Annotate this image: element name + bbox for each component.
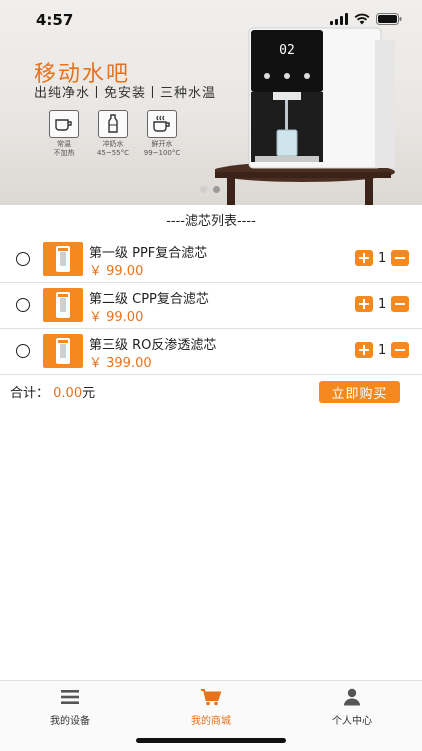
- select-radio[interactable]: [16, 252, 30, 266]
- total-unit: 元: [82, 386, 96, 401]
- cup-icon: [49, 110, 79, 138]
- tab-personal-center[interactable]: 个人中心: [282, 688, 422, 727]
- tab-my-devices[interactable]: 我的设备: [0, 688, 140, 727]
- tab-my-mall[interactable]: 我的商城: [141, 688, 281, 727]
- water-dispenser-image: 02: [211, 22, 422, 205]
- minus-button[interactable]: [391, 250, 410, 266]
- buy-now-button[interactable]: 立即购买: [319, 381, 400, 403]
- carousel-indicator[interactable]: [200, 186, 220, 193]
- product-price: ￥ 399.00: [89, 356, 152, 371]
- plus-button[interactable]: [355, 250, 373, 266]
- hot-cup-icon: [147, 110, 177, 138]
- quantity-stepper: 1: [355, 342, 410, 358]
- product-price: ￥ 99.00: [89, 310, 144, 325]
- feature-boiling-water: 鲜开水 99~100°C: [137, 110, 187, 158]
- machine-display: 02: [279, 43, 295, 58]
- quantity-value: 1: [378, 342, 387, 358]
- total-row: 合计： 0.00元: [10, 382, 95, 401]
- carousel-dot[interactable]: [200, 186, 207, 193]
- banner-subtitle: 出纯净水丨免安装丨三种水温: [34, 86, 217, 101]
- cart-icon: [141, 688, 281, 706]
- product-name: 第一级 PPF复合滤芯: [89, 246, 208, 261]
- select-radio[interactable]: [16, 344, 30, 358]
- list-item[interactable]: 第二级 CPP复合滤芯 ￥ 99.00 1: [0, 282, 422, 329]
- product-thumbnail: [43, 242, 83, 276]
- status-time: 4:57: [36, 11, 74, 29]
- product-name: 第三级 RO反渗透滤芯: [89, 338, 217, 353]
- carousel-dot-active[interactable]: [213, 186, 220, 193]
- tab-label: 我的商城: [191, 716, 231, 727]
- product-name: 第二级 CPP复合滤芯: [89, 292, 209, 307]
- tab-label: 个人中心: [332, 716, 372, 727]
- quantity-value: 1: [378, 250, 387, 266]
- person-icon: [282, 688, 422, 706]
- total-value: 0.00: [53, 386, 83, 401]
- quantity-stepper: 1: [355, 296, 410, 312]
- product-thumbnail: [43, 334, 83, 368]
- product-thumbnail: [43, 288, 83, 322]
- bottle-icon: [98, 110, 128, 138]
- product-price: ￥ 99.00: [89, 264, 144, 279]
- list-item[interactable]: 第三级 RO反渗透滤芯 ￥ 399.00 1: [0, 328, 422, 375]
- quantity-stepper: 1: [355, 250, 410, 266]
- plus-button[interactable]: [355, 342, 373, 358]
- list-item[interactable]: 第一级 PPF复合滤芯 ￥ 99.00 1: [0, 236, 422, 283]
- tab-label: 我的设备: [50, 716, 90, 727]
- minus-button[interactable]: [391, 296, 410, 312]
- menu-icon: [0, 688, 140, 706]
- plus-button[interactable]: [355, 296, 373, 312]
- banner[interactable]: 4:57 移动水吧 出纯净水丨免安装丨三种水温 常温 不加热 冲奶水 45~55…: [0, 0, 422, 205]
- feature-milk-water: 冲奶水 45~55°C: [88, 110, 138, 158]
- select-radio[interactable]: [16, 298, 30, 312]
- home-indicator: [136, 738, 286, 743]
- quantity-value: 1: [378, 296, 387, 312]
- minus-button[interactable]: [391, 342, 410, 358]
- feature-room-temp: 常温 不加热: [39, 110, 89, 158]
- total-label: 合计：: [10, 386, 50, 401]
- list-header: ----滤芯列表----: [166, 214, 256, 229]
